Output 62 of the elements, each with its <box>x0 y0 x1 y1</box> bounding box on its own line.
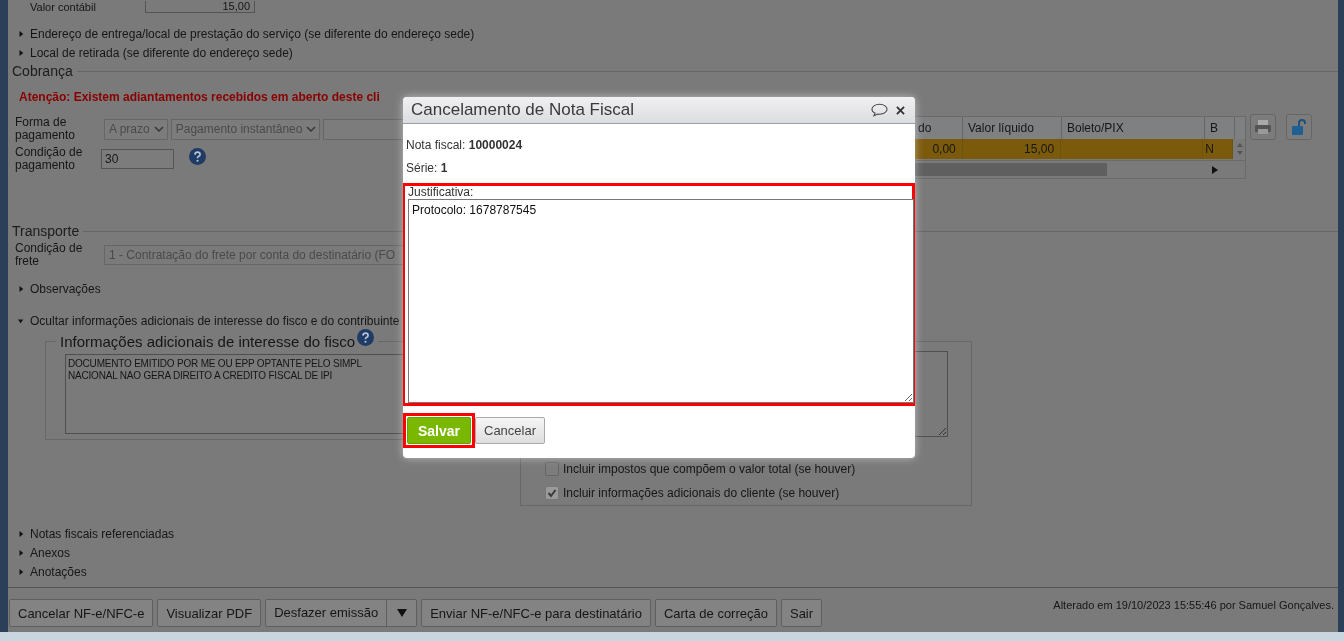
value-field[interactable]: 15,00 <box>145 0 255 13</box>
section-toggle[interactable]: Notas fiscais referenciadas <box>8 524 1338 543</box>
speech-bubble-icon[interactable] <box>871 103 888 117</box>
justification-field[interactable]: Protocolo: 1678787545 <box>408 199 914 403</box>
field-label: Valor contábil <box>30 0 97 13</box>
fieldset-title: Informações adicionais de interesse do fisco <box>60 333 356 350</box>
help-icon[interactable] <box>357 329 375 346</box>
cancel-button[interactable]: Cancelar <box>475 417 546 444</box>
field-label: Justificativa: <box>408 186 475 199</box>
checkbox-label: Incluir impostos que compõem o valor total (se houver) <box>563 462 856 476</box>
collapsed-triangle-icon <box>18 567 24 576</box>
help-icon[interactable] <box>189 147 206 165</box>
chevron-icon <box>153 126 164 132</box>
text-area[interactable]: DOCUMENTO EMITIDO POR ME OU EPP OPTANTE PELO SIMPL NACIONAL NAO GERA DIREITO A CREDITO FISCAL DE IPI <box>65 354 403 434</box>
action-button[interactable]: Sair <box>780 599 823 627</box>
status-text: Alterado em 19/10/2023 15:55:46 por Samuel Gonçalves. <box>1053 599 1334 611</box>
action-button[interactable]: Enviar NF-e/NFC-e para destinatário <box>421 599 651 627</box>
checkbox[interactable] <box>545 486 559 500</box>
section-title: Transporte <box>11 223 81 239</box>
action-button[interactable]: Visualizar PDF <box>157 599 262 627</box>
section-title: Cobrança <box>11 63 74 79</box>
print-button[interactable] <box>1250 114 1276 140</box>
action-button[interactable]: Cancelar NF-e/NFC-e <box>9 599 154 627</box>
section-toggle[interactable]: Anotações <box>8 562 1338 581</box>
action-button[interactable]: Carta de correção <box>654 599 777 627</box>
input-field[interactable]: 30 <box>101 149 174 169</box>
resize-grip-icon[interactable] <box>938 427 946 435</box>
chevron-icon <box>306 126 317 132</box>
checkbox-label: Incluir informações adicionais do cliente (se houver) <box>563 486 840 500</box>
table-cell: N <box>1203 139 1234 159</box>
table-cell: 15,00 <box>962 139 1062 159</box>
table-row[interactable]: 0,00 15,00 N <box>915 139 1245 160</box>
padlock-icon <box>1290 118 1308 136</box>
horizontal-scrollbar[interactable] <box>915 160 1245 178</box>
invoice-number: Nota fiscal: 10000024 <box>406 137 524 154</box>
collapsed-triangle-icon <box>18 29 24 38</box>
dialog-title: Cancelamento de Nota Fiscal <box>411 100 634 120</box>
section-toggle[interactable]: Endereço de entrega/local de prestação do serviço (se diferente do endereço sede) <box>8 24 1338 43</box>
printer-icon <box>1254 119 1272 135</box>
column-header[interactable]: do <box>915 117 963 139</box>
collapsed-triangle-icon <box>18 284 24 293</box>
collapsed-triangle-icon <box>18 548 24 557</box>
field-label: Condição de pagamento <box>15 146 84 172</box>
save-button[interactable]: Salvar <box>407 417 471 444</box>
caret-icon[interactable] <box>396 609 407 617</box>
header-filler-cell <box>1235 117 1245 139</box>
section-toggle[interactable]: Anexos <box>8 543 1338 562</box>
collapsed-triangle-icon <box>18 48 24 57</box>
invoice-series: Série: 1 <box>406 160 449 177</box>
close-icon[interactable] <box>896 105 905 115</box>
field-label: Forma de pagamento <box>15 116 77 142</box>
column-header[interactable]: Valor líquido <box>963 117 1062 139</box>
checkbox[interactable] <box>545 462 559 476</box>
field-label: Condição de frete <box>15 242 84 268</box>
column-header[interactable]: B <box>1205 117 1235 139</box>
collapsed-triangle-icon <box>18 529 24 538</box>
section-toggle[interactable]: Local de retirada (se diferente do endereço sede) <box>8 43 1338 62</box>
split-button[interactable]: Desfazer emissão <box>265 599 418 627</box>
table-cell: 0,00 <box>915 139 963 159</box>
warning-message: Atenção: Existem adiantamentos recebidos em aberto deste cli <box>19 90 381 106</box>
scroll-right-arrow-icon[interactable] <box>1212 166 1218 174</box>
column-header[interactable]: Boleto/PIX <box>1062 117 1205 139</box>
